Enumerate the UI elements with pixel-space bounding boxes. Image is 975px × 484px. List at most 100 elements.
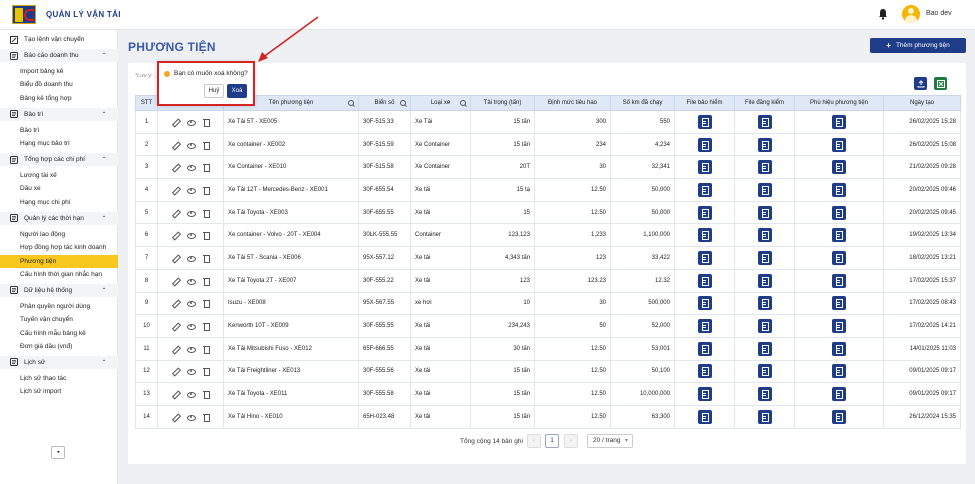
badge-file-button[interactable] — [832, 273, 846, 288]
registration-file-button[interactable] — [757, 409, 772, 424]
sidebar-item[interactable]: Hạng mục chi phí — [0, 196, 118, 209]
sidebar-group-1[interactable]: Bảo trì ⌃ — [0, 107, 118, 121]
edit-icon[interactable] — [171, 163, 178, 171]
registration-file-button[interactable] — [757, 319, 772, 334]
sidebar-item[interactable]: Hạng mục bảo trì — [0, 137, 118, 150]
insurance-file-button[interactable] — [697, 250, 712, 265]
trash-icon[interactable] — [203, 367, 210, 377]
trash-icon[interactable] — [203, 277, 210, 286]
registration-file-button[interactable] — [757, 364, 772, 379]
badge-file-button[interactable] — [832, 319, 846, 334]
insurance-file-button[interactable] — [697, 273, 712, 288]
sidebar-group-2[interactable]: Tổng hợp các chi phí ⌃ — [0, 153, 118, 166]
insurance-file-button[interactable] — [697, 137, 712, 152]
sidebar-item[interactable]: Đơn giá dầu (vnđ) — [0, 340, 118, 353]
trash-icon[interactable] — [203, 413, 210, 422]
eye-icon[interactable] — [187, 345, 196, 353]
trash-icon[interactable] — [203, 209, 210, 218]
edit-icon[interactable] — [171, 118, 178, 126]
registration-file-button[interactable] — [757, 250, 772, 265]
badge-file-button[interactable] — [832, 137, 846, 152]
add-vehicle-button[interactable]: + Thêm phương tiện — [870, 38, 966, 53]
collapse-sidebar-button[interactable]: ◂ — [51, 446, 65, 459]
registration-file-button[interactable] — [757, 182, 772, 197]
sidebar-group-4[interactable]: Dữ liệu hệ thống ⌃ — [0, 283, 118, 297]
badge-file-button[interactable] — [832, 364, 846, 379]
sidebar-group-5[interactable]: Lịch sử ⌃ — [0, 355, 118, 369]
eye-icon[interactable] — [187, 390, 196, 399]
eye-icon[interactable] — [187, 367, 196, 376]
registration-file-button[interactable] — [757, 341, 772, 356]
trash-icon[interactable] — [203, 141, 210, 150]
badge-file-button[interactable] — [832, 114, 846, 129]
sidebar-item[interactable]: Phân quyền người dùng — [0, 300, 118, 313]
column-header[interactable]: Biển số — [358, 95, 411, 111]
prev-page-button[interactable]: ‹ — [527, 434, 541, 448]
eye-icon[interactable] — [187, 277, 196, 285]
company-logo[interactable] — [12, 5, 36, 24]
edit-icon[interactable] — [171, 231, 178, 239]
sidebar-group-3[interactable]: Quản lý các thời hạn ⌃ — [0, 211, 118, 225]
eye-icon[interactable] — [187, 231, 196, 240]
sidebar-item[interactable]: Hợp đồng hợp tác kinh doanh — [0, 241, 118, 254]
avatar[interactable] — [902, 5, 920, 23]
sidebar-item[interactable]: Import bảng kê — [0, 65, 118, 78]
badge-file-button[interactable] — [832, 160, 846, 175]
next-page-button[interactable]: › — [564, 434, 578, 448]
eye-icon[interactable] — [187, 163, 196, 172]
registration-file-button[interactable] — [757, 137, 772, 152]
column-header[interactable]: Loại xe — [410, 95, 471, 111]
edit-icon[interactable] — [171, 390, 178, 398]
edit-icon[interactable] — [171, 141, 178, 149]
registration-file-button[interactable] — [757, 296, 772, 311]
edit-icon[interactable] — [171, 413, 178, 421]
sidebar-item-create-order[interactable]: Tạo lệnh vận chuyển — [0, 33, 118, 46]
registration-file-button[interactable] — [757, 228, 772, 243]
badge-file-button[interactable] — [832, 250, 846, 265]
insurance-file-button[interactable] — [697, 228, 712, 243]
sidebar-item[interactable]: Cấu hình thời gian nhắc hạn — [0, 268, 118, 281]
trash-icon[interactable] — [203, 345, 210, 354]
user-name[interactable]: Bao dev — [926, 10, 952, 17]
badge-file-button[interactable] — [832, 296, 846, 311]
edit-icon[interactable] — [171, 299, 178, 307]
sidebar-item[interactable]: Lịch sử import — [0, 385, 118, 398]
eye-icon[interactable] — [187, 413, 196, 421]
trash-icon[interactable] — [203, 231, 210, 241]
edit-icon[interactable] — [171, 322, 178, 330]
sidebar-item[interactable]: Lịch sử thao tác — [0, 372, 118, 385]
insurance-file-button[interactable] — [697, 409, 712, 424]
insurance-file-button[interactable] — [697, 319, 712, 334]
sidebar-item[interactable]: Phương tiện — [0, 254, 118, 268]
sidebar-item[interactable]: Bảo trì — [0, 124, 118, 137]
insurance-file-button[interactable] — [697, 160, 712, 175]
eye-icon[interactable] — [187, 209, 196, 217]
page-size-select[interactable]: 20 / trang — [587, 434, 633, 448]
badge-file-button[interactable] — [832, 387, 846, 402]
edit-icon[interactable] — [171, 345, 178, 353]
edit-icon[interactable] — [171, 209, 178, 217]
sidebar-item[interactable]: Cấu hình mẫu bảng kê — [0, 327, 118, 340]
eye-icon[interactable] — [187, 118, 196, 126]
trash-icon[interactable] — [203, 322, 210, 332]
insurance-file-button[interactable] — [697, 114, 712, 129]
insurance-file-button[interactable] — [697, 387, 712, 402]
badge-file-button[interactable] — [832, 205, 846, 220]
sidebar-item[interactable]: Tuyến vận chuyển — [0, 313, 118, 326]
export-button[interactable] — [914, 77, 927, 90]
insurance-file-button[interactable] — [697, 364, 712, 379]
badge-file-button[interactable] — [832, 228, 846, 243]
badge-file-button[interactable] — [832, 409, 846, 424]
eye-icon[interactable] — [187, 141, 196, 149]
trash-icon[interactable] — [203, 163, 210, 173]
page-number-button[interactable]: 1 — [545, 434, 559, 448]
eye-icon[interactable] — [187, 254, 196, 262]
insurance-file-button[interactable] — [697, 182, 712, 197]
edit-icon[interactable] — [171, 367, 178, 375]
bell-icon[interactable] — [878, 8, 888, 20]
eye-icon[interactable] — [187, 322, 196, 331]
edit-icon[interactable] — [171, 186, 178, 194]
badge-file-button[interactable] — [832, 182, 846, 197]
insurance-file-button[interactable] — [697, 205, 712, 220]
sidebar-item[interactable]: Người lao động — [0, 228, 118, 241]
